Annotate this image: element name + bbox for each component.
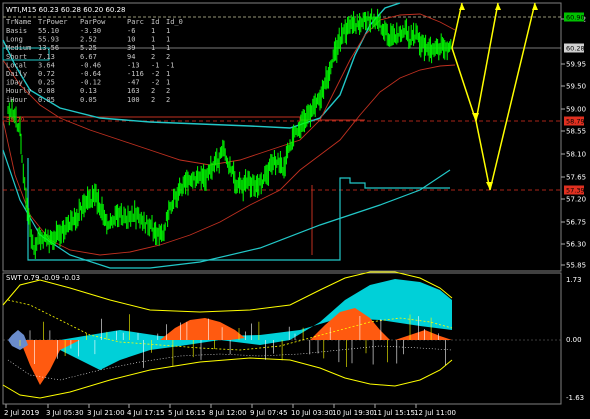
table-cell: -47 [127,79,140,87]
table-cell: Medium [6,44,31,52]
table-cell: 2 [151,96,155,104]
col-header-parc: Parc [127,18,144,26]
table-cell: 1 [151,36,155,44]
chart-window: WTI,M15 60.23 60.28 60.20 60.28 TrName T… [0,0,590,419]
table-cell: 1 [151,44,155,52]
table-cell: iHour [6,96,27,104]
price-label: 59.50 [566,83,586,91]
time-label: 3 Jul 21:00 [87,409,125,417]
time-label: 2 Jul 2019 [4,409,39,417]
table-cell: -13 [127,61,140,69]
table-cell: 1 [166,27,170,35]
price-label: 58.55 [566,128,586,136]
symbol-header: WTI,M15 60.23 60.28 60.20 60.28 [6,6,126,14]
time-label: 9 Jul 07:45 [250,409,288,417]
table-cell: -3.30 [80,27,101,35]
table-cell: 0.25 [38,79,55,87]
col-header-trname: TrName [6,18,31,26]
table-cell: 2 [151,87,155,95]
table-cell: 163 [127,87,140,95]
table-cell: iDay [6,79,23,87]
col-header-id: Id [151,18,159,26]
table-cell: 0.05 [38,96,55,104]
time-label: 12 Jul 11:00 [414,409,456,417]
table-cell: 7.13 [38,53,55,61]
table-cell: 1 [151,27,155,35]
table-cell: -0.12 [80,79,101,87]
table-cell: -0.64 [80,70,101,78]
table-cell: 3.64 [38,61,55,69]
time-label: 10 Jul 03:30 [291,409,333,417]
price-label: 57.20 [566,196,586,204]
table-cell: 94 [127,53,135,61]
table-cell: 0.72 [38,70,55,78]
table-cell: -6 [127,27,135,35]
osc-axis-label: 0.00 [566,336,582,344]
table-cell: Hourly [6,87,31,95]
table-cell: 2 [166,96,170,104]
time-label: 3 Jul 05:30 [46,409,84,417]
price-label: 59.95 [566,61,586,69]
table-cell: 1 [166,44,170,52]
table-cell: 0.08 [38,87,55,95]
col-header-id0: Id_0 [166,18,183,26]
price-tag-label: 60.90 [566,14,585,22]
table-cell: 13.56 [38,44,59,52]
time-label: 10 Jul 19:30 [332,409,374,417]
table-cell: 0.05 [80,96,97,104]
time-label: 4 Jul 17:15 [127,409,165,417]
price-tag-label: 60.28 [566,45,585,53]
table-cell: 55.10 [38,27,59,35]
table-cell: 10 [127,36,135,44]
left-level-label: 58.79 [6,116,25,124]
table-cell: -2 [151,70,159,78]
table-cell: 39 [127,44,135,52]
table-cell: -116 [127,70,144,78]
price-label: 55.85 [566,262,586,270]
price-label: 56.75 [566,219,586,227]
table-cell: -0.46 [80,61,101,69]
price-label: 56.30 [566,241,586,249]
table-cell: 1 [166,79,170,87]
table-cell: 1 [166,70,170,78]
price-label: 58.10 [566,151,586,159]
time-label: 5 Jul 16:15 [168,409,206,417]
osc-axis-label: -1.63 [566,394,584,402]
time-label: 11 Jul 15:15 [373,409,415,417]
table-cell: Short [6,53,27,61]
table-cell: 2 [166,87,170,95]
table-cell: Basis [6,27,27,35]
table-cell: 2.52 [80,36,97,44]
time-label: 8 Jul 12:00 [209,409,247,417]
table-cell: -1 [166,61,174,69]
table-cell: 5.25 [80,44,97,52]
price-label: 57.65 [566,174,586,182]
table-cell: 6.67 [80,53,97,61]
table-cell: 0.13 [80,87,97,95]
table-cell: Local [6,61,27,69]
table-cell: -2 [151,79,159,87]
col-header-trpower: TrPower [38,18,68,26]
table-cell: 55.93 [38,36,59,44]
col-header-parpow: ParPow [80,18,106,26]
price-tag-label: 57.39 [566,187,585,195]
table-cell: 1 [166,36,170,44]
table-cell: Daily [6,70,27,78]
table-cell: -1 [151,61,159,69]
table-cell: 2 [166,53,170,61]
price-tag-label: 58.79 [566,118,585,126]
osc-axis-label: 1.73 [566,276,582,284]
table-cell: 2 [151,53,155,61]
price-label: 59.00 [566,106,586,114]
table-cell: 100 [127,96,140,104]
table-cell: Long [6,36,23,44]
